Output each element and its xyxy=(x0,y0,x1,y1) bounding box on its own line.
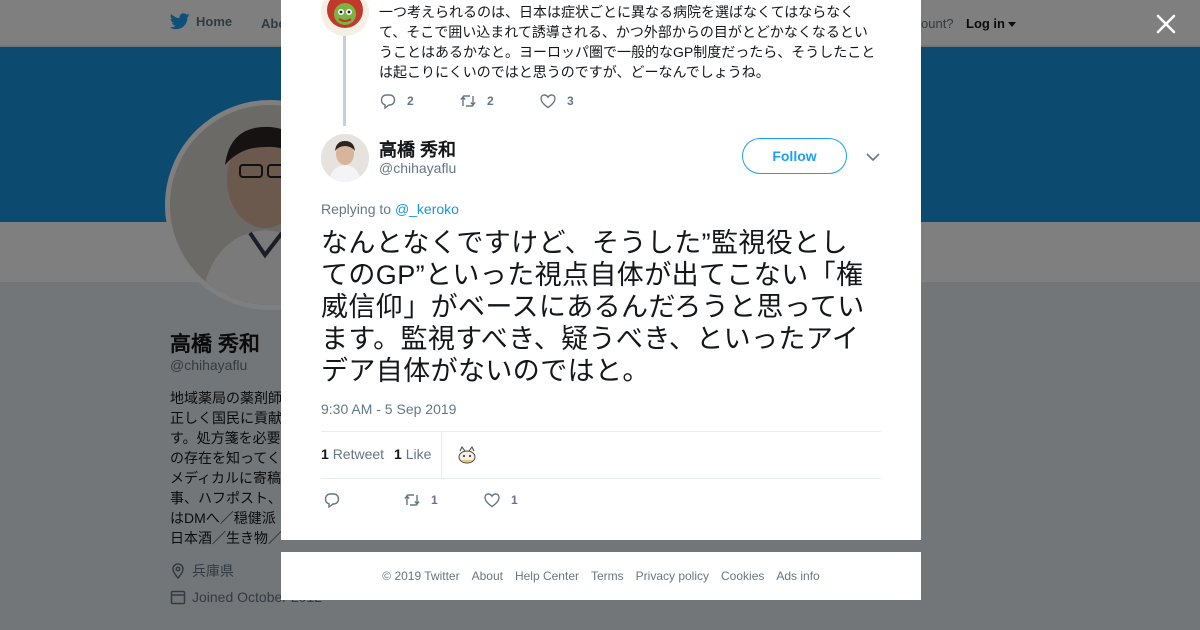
tweet-timestamp[interactable]: 9:30 AM - 5 Sep 2019 xyxy=(321,401,456,417)
footer-link-cookies[interactable]: Cookies xyxy=(721,569,764,583)
tweet-stats: 1 Retweet 1 Like xyxy=(321,446,431,462)
divider xyxy=(321,478,881,479)
heart-icon xyxy=(540,94,556,109)
retweet-stat-count: 1 xyxy=(321,446,329,462)
parent-retweet-button[interactable]: 2 xyxy=(459,92,539,110)
parent-tweet-text: 一つ考えられるのは、日本は症状ごとに異なる病院を選ばなくてはならなくて、そこで囲… xyxy=(379,4,876,80)
chevron-down-icon[interactable] xyxy=(865,150,881,164)
reply-icon xyxy=(324,493,340,509)
tweet-author-name[interactable]: 高橋 秀和 xyxy=(379,136,456,162)
footer-link-terms[interactable]: Terms xyxy=(591,569,624,583)
footer-copyright: © 2019 Twitter xyxy=(382,569,460,583)
retweet-icon xyxy=(460,95,476,107)
retweet-count: 1 xyxy=(431,493,438,507)
close-icon[interactable] xyxy=(1152,10,1180,38)
tweet-text: なんとなくですけど、そうした”監視役とし てのGP”といった視点自体が出てこない… xyxy=(321,227,886,387)
footer-link-privacy[interactable]: Privacy policy xyxy=(636,569,709,583)
tweet-text-line: てのGP”といった視点自体が出てこない「権 xyxy=(321,260,864,290)
modal-footer: © 2019 Twitter About Help Center Terms P… xyxy=(281,552,921,600)
stats-separator xyxy=(441,432,442,478)
parent-retweet-count: 2 xyxy=(487,94,494,108)
parent-reply-button[interactable]: 2 xyxy=(379,92,459,110)
retweet-icon xyxy=(404,494,420,506)
like-stat-label: Like xyxy=(405,446,432,462)
retweet-stat-label: Retweet xyxy=(332,446,385,462)
parent-like-count: 3 xyxy=(567,94,574,108)
replying-to: Replying to @_keroko xyxy=(321,201,459,217)
parent-avatar-image xyxy=(321,0,369,36)
liker-avatar-image xyxy=(456,444,478,466)
footer-link-help-center[interactable]: Help Center xyxy=(515,569,579,583)
tweet-text-line: ます。監視すべき、疑うべき、といったアイ xyxy=(321,324,860,354)
tweet-text-line: デア自体がないのではと。 xyxy=(321,356,650,386)
heart-icon xyxy=(484,493,500,508)
footer-link-about[interactable]: About xyxy=(472,569,503,583)
parent-reply-count: 2 xyxy=(407,94,414,108)
reply-icon xyxy=(380,94,396,110)
tweet-modal: 一つ考えられるのは、日本は症状ごとに異なる病院を選ばなくてはならなくて、そこで囲… xyxy=(281,0,921,540)
tweet-actions: 1 1 xyxy=(323,491,563,509)
tweet-author-avatar[interactable] xyxy=(321,134,369,182)
parent-tweet-avatar[interactable] xyxy=(321,0,369,36)
retweet-button[interactable]: 1 xyxy=(403,491,483,509)
like-count: 1 xyxy=(511,493,518,507)
thread-connector xyxy=(343,34,346,126)
author-avatar-image xyxy=(321,134,369,182)
follow-button[interactable]: Follow xyxy=(742,138,847,174)
like-button[interactable]: 1 xyxy=(483,491,563,509)
retweet-stat[interactable]: 1 Retweet xyxy=(321,446,384,462)
tweet-text-line: 威信仰」がベースにあるんだろうと思ってい xyxy=(321,292,865,322)
replying-to-link[interactable]: @_keroko xyxy=(395,201,459,217)
parent-like-button[interactable]: 3 xyxy=(539,92,619,110)
parent-tweet-actions: 2 2 3 xyxy=(379,92,619,110)
footer-link-ads-info[interactable]: Ads info xyxy=(776,569,819,583)
liker-avatar[interactable] xyxy=(456,444,478,466)
divider xyxy=(321,431,881,432)
tweet-author-handle[interactable]: @chihayaflu xyxy=(379,160,456,176)
tweet-text-line: なんとなくですけど、そうした”監視役とし xyxy=(321,228,849,258)
like-stat[interactable]: 1 Like xyxy=(394,446,431,462)
replying-prefix: Replying to xyxy=(321,201,392,217)
like-stat-count: 1 xyxy=(394,446,402,462)
reply-button[interactable] xyxy=(323,491,403,509)
